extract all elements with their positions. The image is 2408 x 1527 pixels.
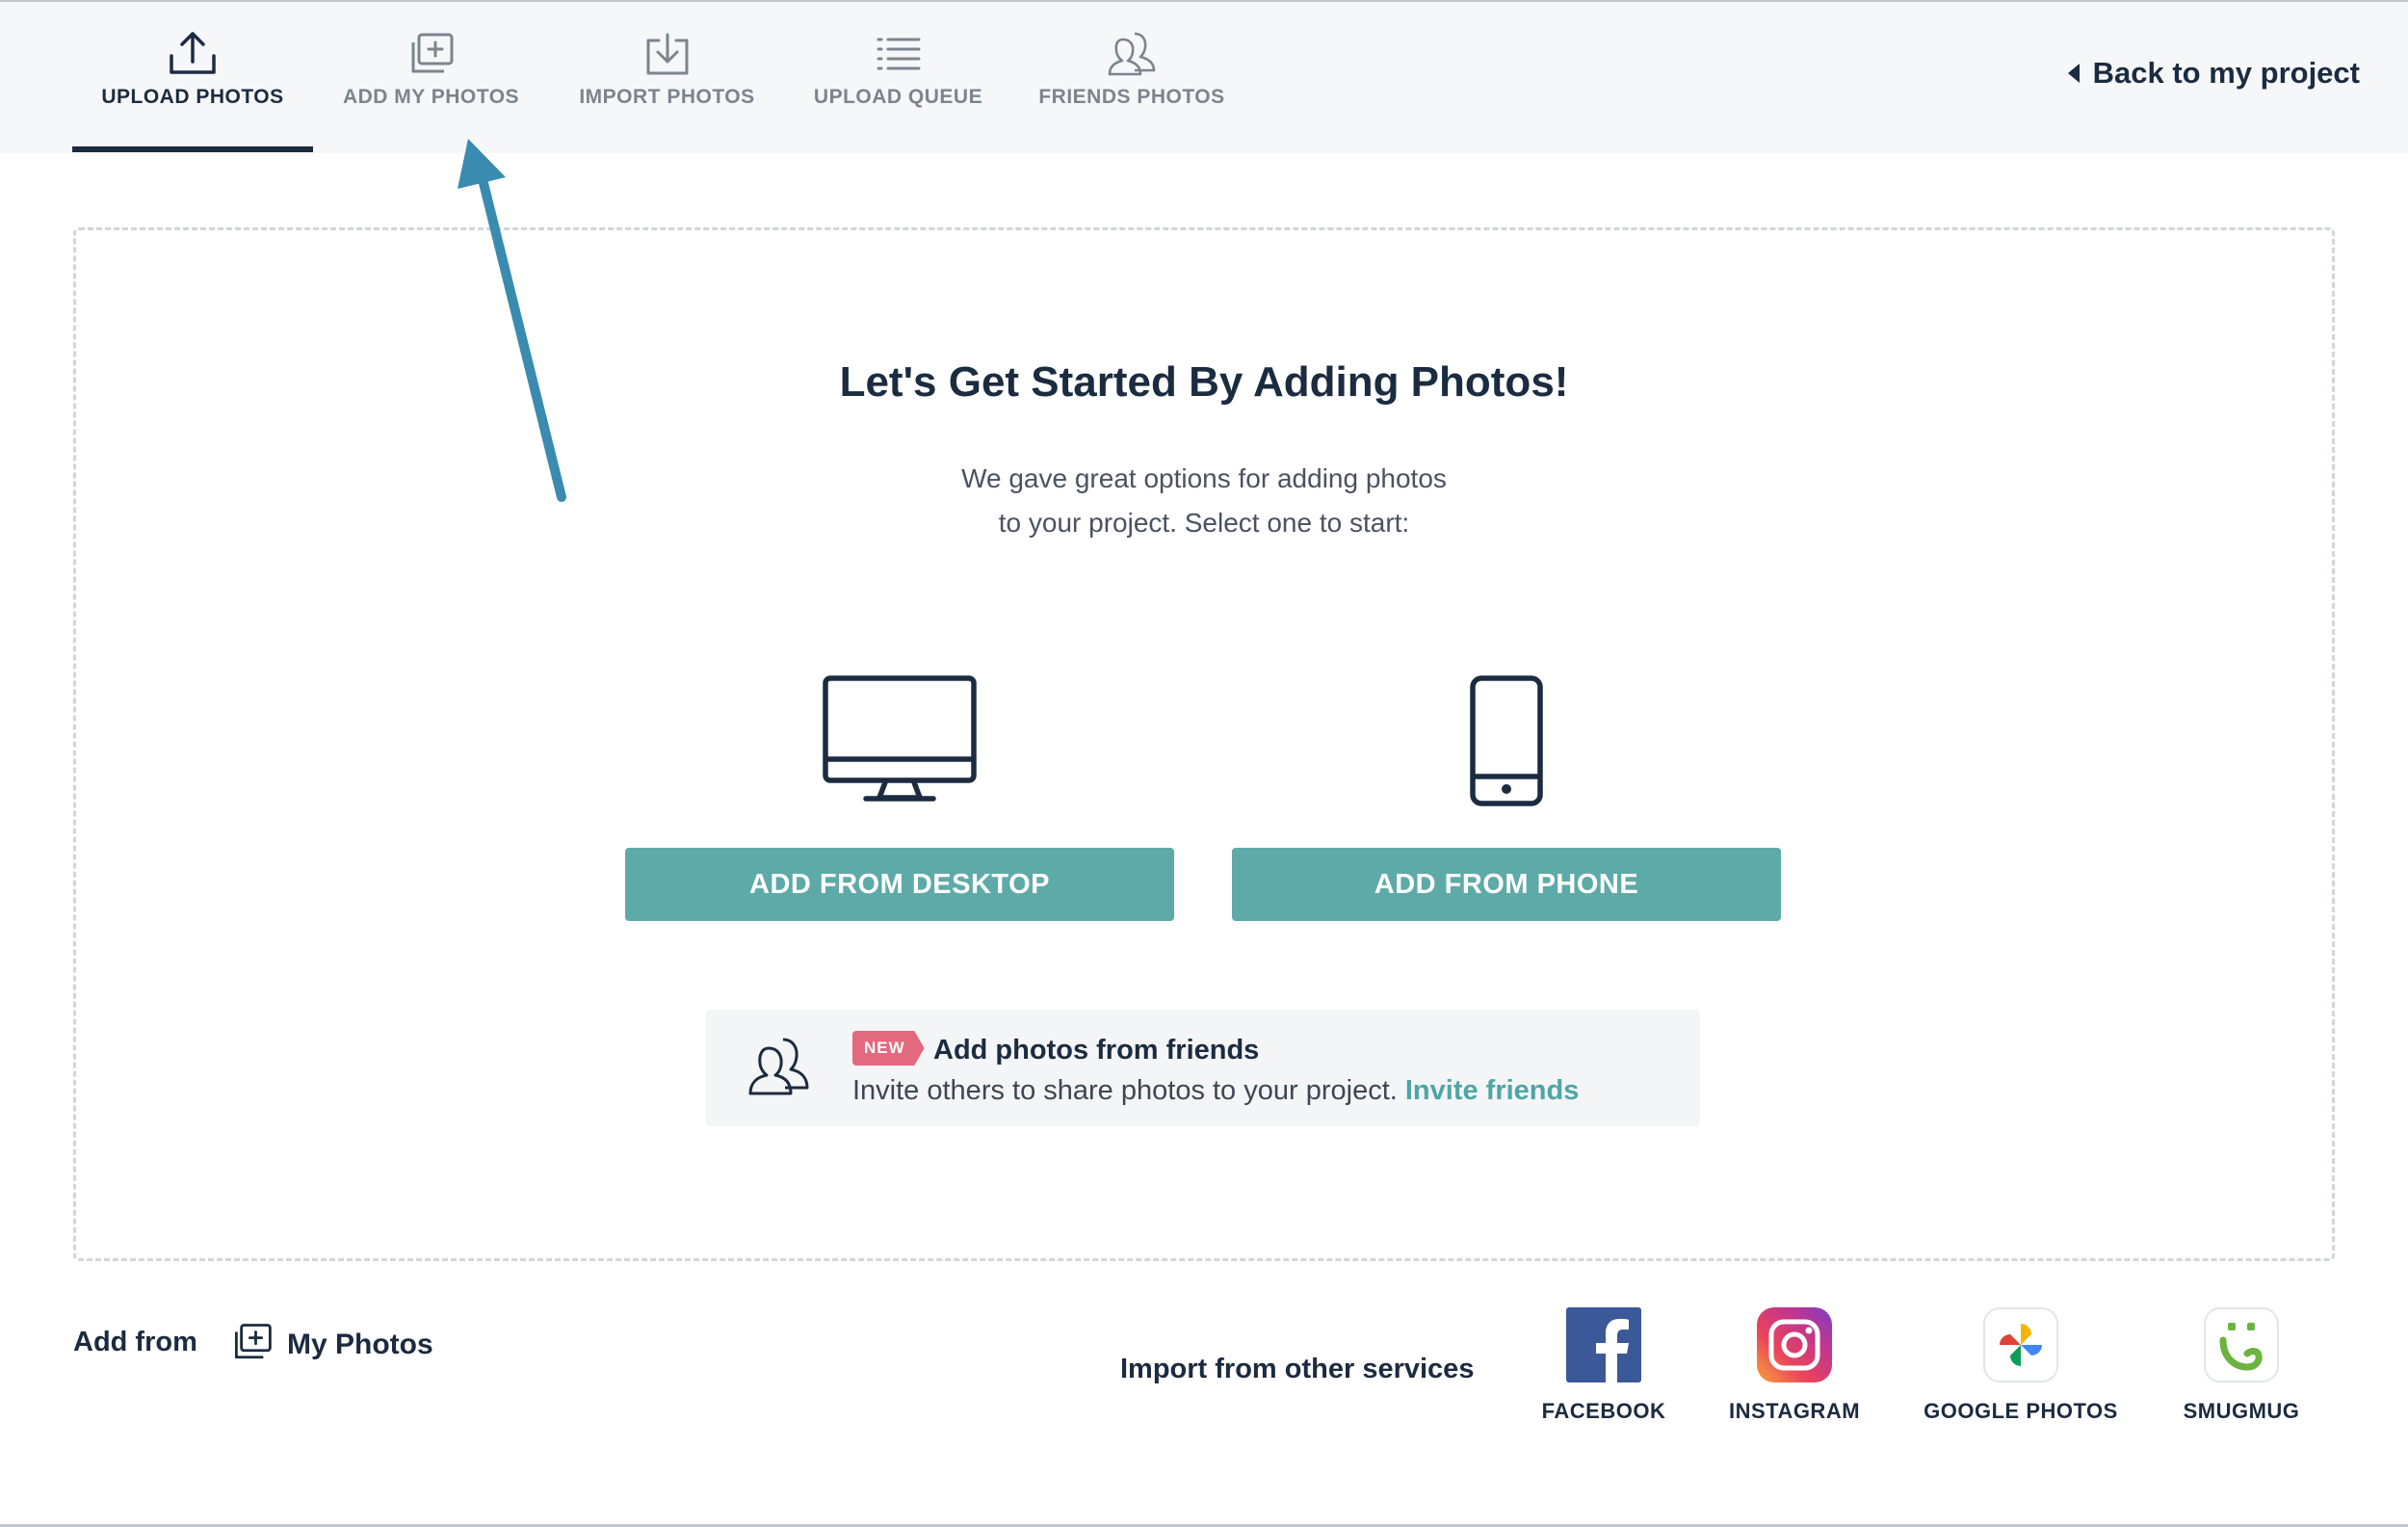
back-to-project-link[interactable]: Back to my project [2067, 56, 2360, 91]
tab-label: FRIENDS PHOTOS [1038, 86, 1225, 108]
service-label: INSTAGRAM [1728, 1399, 1861, 1423]
import-services-label: Import from other services [1120, 1354, 1475, 1384]
desktop-icon [822, 674, 978, 810]
my-photos-label: My Photos [287, 1328, 433, 1360]
service-label: SMUGMUG [2183, 1399, 2300, 1423]
friends-description-text: Invite others to share photos to your pr… [852, 1075, 1398, 1106]
phone-icon [1469, 674, 1544, 812]
smugmug-import-button[interactable]: SMUGMUG [2135, 1307, 2347, 1424]
list-icon [873, 28, 925, 80]
tab-label: UPLOAD PHOTOS [101, 86, 284, 108]
google-photos-import-button[interactable]: GOOGLE PHOTOS [1915, 1307, 2127, 1424]
upload-icon [167, 28, 219, 80]
friends-icon [1106, 28, 1158, 80]
tab-add-my-photos[interactable]: ADD MY PHOTOS [327, 2, 535, 153]
service-label: GOOGLE PHOTOS [1924, 1399, 2118, 1423]
my-photos-link[interactable]: My Photos [231, 1322, 433, 1367]
add-from-desktop-button[interactable]: ADD FROM DESKTOP [625, 848, 1174, 921]
facebook-import-button[interactable]: FACEBOOK [1498, 1307, 1710, 1424]
new-badge: NEW [852, 1031, 925, 1066]
tab-import-photos[interactable]: IMPORT PHOTOS [568, 2, 766, 153]
top-nav: UPLOAD PHOTOS ADD MY PHOTOS IMPORT PHOTO… [0, 2, 2408, 153]
friends-icon [746, 1036, 810, 1102]
friends-promo: NEW Add photos from friends Invite other… [706, 1010, 1700, 1126]
add-from-label: Add from [73, 1327, 197, 1357]
tab-label: UPLOAD QUEUE [813, 86, 983, 108]
subtitle-line: We gave great options for adding photos [961, 463, 1447, 493]
page-title: Let's Get Started By Adding Photos! [839, 358, 1569, 406]
tab-label: IMPORT PHOTOS [579, 86, 755, 108]
tab-label: ADD MY PHOTOS [342, 86, 520, 108]
invite-friends-link[interactable]: Invite friends [1405, 1075, 1580, 1106]
instagram-import-button[interactable]: INSTAGRAM [1688, 1307, 1900, 1424]
service-label: FACEBOOK [1541, 1399, 1666, 1423]
facebook-icon [1566, 1307, 1641, 1382]
tab-upload-photos[interactable]: UPLOAD PHOTOS [72, 2, 313, 153]
add-from-phone-button[interactable]: ADD FROM PHONE [1232, 848, 1781, 921]
page-subtitle: We gave great options for adding photos … [0, 457, 2408, 545]
active-tab-indicator [72, 146, 313, 152]
import-icon [641, 28, 694, 80]
tab-friends-photos[interactable]: FRIENDS PHOTOS [1031, 2, 1233, 153]
add-photos-icon [406, 28, 458, 80]
back-link-label: Back to my project [2092, 56, 2360, 90]
add-photos-icon [231, 1322, 274, 1367]
instagram-icon [1757, 1307, 1832, 1382]
tab-upload-queue[interactable]: UPLOAD QUEUE [804, 2, 992, 153]
friends-title: Add photos from friends [933, 1035, 1260, 1066]
friends-description: Invite others to share photos to your pr… [852, 1075, 1579, 1107]
smugmug-icon [2204, 1307, 2279, 1382]
subtitle-line: to your project. Select one to start: [998, 508, 1410, 538]
google-photos-icon [1983, 1307, 2058, 1382]
caret-left-icon [2067, 64, 2080, 83]
